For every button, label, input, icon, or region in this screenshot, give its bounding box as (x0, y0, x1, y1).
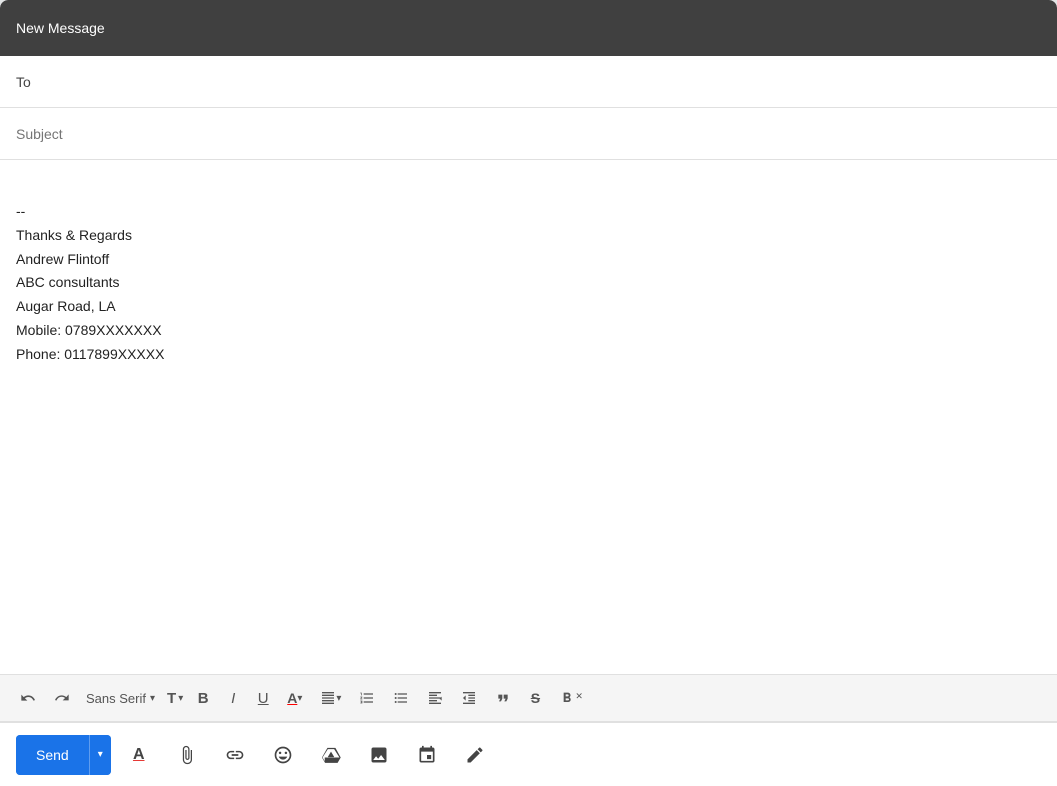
insert-photo-button[interactable] (359, 735, 399, 775)
format-text-icon: A (133, 746, 145, 764)
italic-button[interactable]: I (219, 682, 247, 714)
subject-row (0, 108, 1057, 160)
font-family-label: Sans Serif (86, 691, 146, 706)
underline-button[interactable]: U (249, 682, 277, 714)
signature-line5: Mobile: 0789XXXXXXX (16, 319, 1041, 343)
to-input[interactable] (48, 74, 1041, 90)
to-row: To (0, 56, 1057, 108)
compose-window: New Message To -- Thanks & Regards Andre… (0, 0, 1057, 786)
signature-line4: Augar Road, LA (16, 295, 1041, 319)
undo-button[interactable] (12, 682, 44, 714)
align-button[interactable]: ▾ (312, 682, 349, 714)
formatting-toolbar: Sans Serif ▾ T ▾ B I U A ▾ ▾ (0, 674, 1057, 722)
strikethrough-button[interactable]: S (521, 682, 549, 714)
insert-link-button[interactable] (215, 735, 255, 775)
numbered-list-button[interactable] (351, 682, 383, 714)
font-family-arrow: ▾ (150, 693, 155, 704)
send-button-group: Send ▾ (16, 735, 111, 775)
signature-line6: Phone: 0117899XXXXX (16, 343, 1041, 367)
bullet-list-button[interactable] (385, 682, 417, 714)
window-title: New Message (16, 20, 105, 36)
attach-file-button[interactable] (167, 735, 207, 775)
font-color-button[interactable]: A ▾ (279, 682, 310, 714)
indent-less-button[interactable] (453, 682, 485, 714)
google-drive-button[interactable] (311, 735, 351, 775)
bold-button[interactable]: B (189, 682, 217, 714)
font-size-arrow: ▾ (178, 693, 183, 704)
signature-line1: Thanks & Regards (16, 224, 1041, 248)
signature-button[interactable] (455, 735, 495, 775)
bottom-bar: Send ▾ A (0, 722, 1057, 786)
signature-line3: ABC consultants (16, 271, 1041, 295)
send-button[interactable]: Send (16, 735, 89, 775)
signature-line2: Andrew Flintoff (16, 248, 1041, 272)
font-size-icon: T (167, 690, 176, 707)
font-size-select[interactable]: T ▾ (163, 686, 187, 711)
remove-format-button[interactable]: ✕ (551, 682, 591, 714)
redo-button[interactable] (46, 682, 78, 714)
blockquote-button[interactable] (487, 682, 519, 714)
indent-more-button[interactable] (419, 682, 451, 714)
font-family-select[interactable]: Sans Serif ▾ (80, 682, 161, 714)
subject-input[interactable] (16, 126, 1041, 142)
to-label: To (16, 74, 40, 90)
title-bar: New Message (0, 0, 1057, 56)
body-area[interactable]: -- Thanks & Regards Andrew Flintoff ABC … (0, 160, 1057, 674)
format-text-button[interactable]: A (119, 735, 159, 775)
schedule-send-button[interactable] (407, 735, 447, 775)
signature: -- Thanks & Regards Andrew Flintoff ABC … (16, 200, 1041, 367)
emoji-button[interactable] (263, 735, 303, 775)
signature-separator: -- (16, 200, 1041, 224)
send-dropdown-button[interactable]: ▾ (89, 735, 111, 775)
